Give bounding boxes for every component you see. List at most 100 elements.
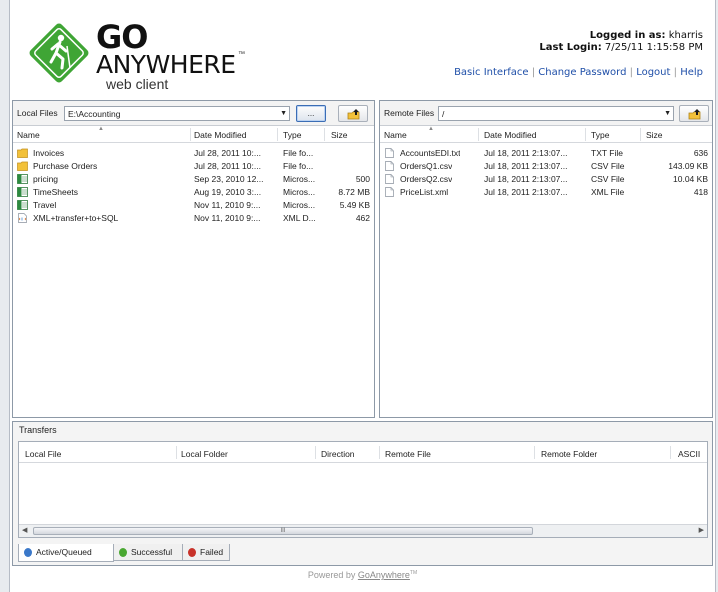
file-type: Micros... xyxy=(283,200,316,210)
remote-files-pane: Remote Files / ▼ ▲ Name Date Modified Ty… xyxy=(379,100,713,418)
scroll-left-icon[interactable]: ◀ xyxy=(22,526,27,534)
column-type[interactable]: Type xyxy=(591,130,609,140)
file-type: XML File xyxy=(591,187,625,197)
spreadsheet-icon xyxy=(17,187,28,197)
file-date: Nov 11, 2010 9:... xyxy=(194,200,261,210)
local-file-row[interactable]: Purchase Orders Jul 28, 2011 10:... File… xyxy=(13,160,374,173)
local-file-row[interactable]: Travel Nov 11, 2010 9:... Micros... 5.49… xyxy=(13,199,374,212)
file-date: Jul 18, 2011 2:13:07... xyxy=(484,161,568,171)
remote-file-row[interactable]: AccountsEDI.txt Jul 18, 2011 2:13:07... … xyxy=(380,147,712,160)
help-link[interactable]: Help xyxy=(680,67,703,78)
header-links: Basic Interface | Change Password | Logo… xyxy=(454,67,703,78)
column-local-file[interactable]: Local File xyxy=(25,449,61,459)
sort-ascending-icon: ▲ xyxy=(428,126,434,132)
column-direction[interactable]: Direction xyxy=(321,449,355,459)
document-icon xyxy=(385,187,394,197)
local-files-toolbar: Local Files E:\Accounting ▼ ... xyxy=(13,101,374,126)
column-remote-folder[interactable]: Remote Folder xyxy=(541,449,597,459)
file-name: AccountsEDI.txt xyxy=(400,148,461,158)
scroll-right-icon[interactable]: ▶ xyxy=(699,526,704,534)
column-type[interactable]: Type xyxy=(283,130,301,140)
link-separator: | xyxy=(673,67,677,78)
tab-label: Active/Queued xyxy=(36,547,92,557)
local-file-row[interactable]: TimeSheets Aug 19, 2010 3:... Micros... … xyxy=(13,186,374,199)
local-file-row[interactable]: pricing Sep 23, 2010 12... Micros... 500 xyxy=(13,173,374,186)
file-size: 500 xyxy=(355,174,370,184)
column-name[interactable]: Name xyxy=(384,130,407,140)
horizontal-scrollbar[interactable]: ◀ III ▶ xyxy=(19,524,707,537)
column-size[interactable]: Size xyxy=(646,130,663,140)
green-status-icon xyxy=(119,548,127,557)
chevron-down-icon: ▼ xyxy=(664,110,671,117)
tab-failed[interactable]: Failed xyxy=(182,544,230,561)
spreadsheet-icon xyxy=(17,200,28,210)
scrollbar-grip: III xyxy=(280,528,286,534)
file-type: Micros... xyxy=(283,187,316,197)
remote-up-folder-button[interactable] xyxy=(679,105,709,122)
file-name: pricing xyxy=(33,174,59,184)
remote-file-row[interactable]: OrdersQ1.csv Jul 18, 2011 2:13:07... CSV… xyxy=(380,160,712,173)
goanywhere-logo: GO ANYWHERE ™ web client xyxy=(20,14,280,94)
remote-files-toolbar: Remote Files / ▼ xyxy=(380,101,712,126)
local-up-folder-button[interactable] xyxy=(338,105,368,122)
tab-label: Successful xyxy=(131,547,173,557)
file-type: XML D... xyxy=(283,213,316,223)
column-remote-file[interactable]: Remote File xyxy=(385,449,431,459)
column-size[interactable]: Size xyxy=(331,130,348,140)
chevron-down-icon: ▼ xyxy=(280,110,287,117)
local-file-row[interactable]: XML+transfer+to+SQL Nov 11, 2010 9:... X… xyxy=(13,212,374,225)
logout-link[interactable]: Logout xyxy=(636,67,670,78)
xml-file-icon xyxy=(18,213,27,223)
file-name: Invoices xyxy=(33,148,65,158)
file-size: 8.72 MB xyxy=(338,187,370,197)
tab-successful[interactable]: Successful xyxy=(113,544,183,561)
red-status-icon xyxy=(188,548,196,557)
file-type: Micros... xyxy=(283,174,316,184)
file-date: Jul 28, 2011 10:... xyxy=(194,161,261,171)
remote-file-row[interactable]: OrdersQ2.csv Jul 18, 2011 2:13:07... CSV… xyxy=(380,173,712,186)
document-icon xyxy=(385,161,394,171)
file-name: Purchase Orders xyxy=(33,161,98,171)
browse-button[interactable]: ... xyxy=(296,105,326,122)
file-name: TimeSheets xyxy=(33,187,79,197)
up-folder-icon xyxy=(347,109,360,120)
scrollbar-thumb[interactable]: III xyxy=(33,527,533,535)
file-name: OrdersQ2.csv xyxy=(400,174,453,184)
column-ascii[interactable]: ASCII xyxy=(678,449,700,459)
file-size: 462 xyxy=(355,213,370,223)
local-files-pane: Local Files E:\Accounting ▼ ... ▲ Name D… xyxy=(12,100,375,418)
remote-table-header: ▲ Name Date Modified Type Size xyxy=(380,126,712,143)
file-size: 5.49 KB xyxy=(339,200,370,210)
local-files-label: Local Files xyxy=(17,108,58,118)
document-icon xyxy=(385,174,394,184)
column-local-folder[interactable]: Local Folder xyxy=(181,449,228,459)
app-window: GO ANYWHERE ™ web client Logged in as: k… xyxy=(9,0,716,592)
file-date: Jul 18, 2011 2:13:07... xyxy=(484,174,568,184)
file-type: File fo... xyxy=(283,161,314,171)
file-size: 10.04 KB xyxy=(673,174,708,184)
basic-interface-link[interactable]: Basic Interface xyxy=(454,67,528,78)
file-size: 636 xyxy=(693,148,708,158)
logo-trademark: ™ xyxy=(238,51,245,58)
local-path-value: E:\Accounting xyxy=(68,109,121,119)
spreadsheet-icon xyxy=(17,174,28,184)
file-date: Jul 18, 2011 2:13:07... xyxy=(484,148,568,158)
remote-path-dropdown[interactable]: / ▼ xyxy=(438,106,674,121)
file-type: File fo... xyxy=(283,148,314,158)
goanywhere-link[interactable]: GoAnywhere xyxy=(358,570,410,580)
column-date-modified[interactable]: Date Modified xyxy=(194,130,246,140)
change-password-link[interactable]: Change Password xyxy=(538,67,626,78)
footer-trademark: TM xyxy=(409,570,418,576)
file-date: Aug 19, 2010 3:... xyxy=(194,187,262,197)
local-path-dropdown[interactable]: E:\Accounting ▼ xyxy=(64,106,290,121)
folder-icon xyxy=(17,161,28,171)
up-folder-icon xyxy=(688,109,701,120)
column-name[interactable]: Name xyxy=(17,130,40,140)
remote-file-row[interactable]: PriceList.xml Jul 18, 2011 2:13:07... XM… xyxy=(380,186,712,199)
sort-ascending-icon: ▲ xyxy=(98,126,104,132)
link-separator: | xyxy=(629,67,633,78)
tab-active-queued[interactable]: Active/Queued xyxy=(18,544,114,562)
file-name: OrdersQ1.csv xyxy=(400,161,453,171)
column-date-modified[interactable]: Date Modified xyxy=(484,130,536,140)
local-file-row[interactable]: Invoices Jul 28, 2011 10:... File fo... xyxy=(13,147,374,160)
